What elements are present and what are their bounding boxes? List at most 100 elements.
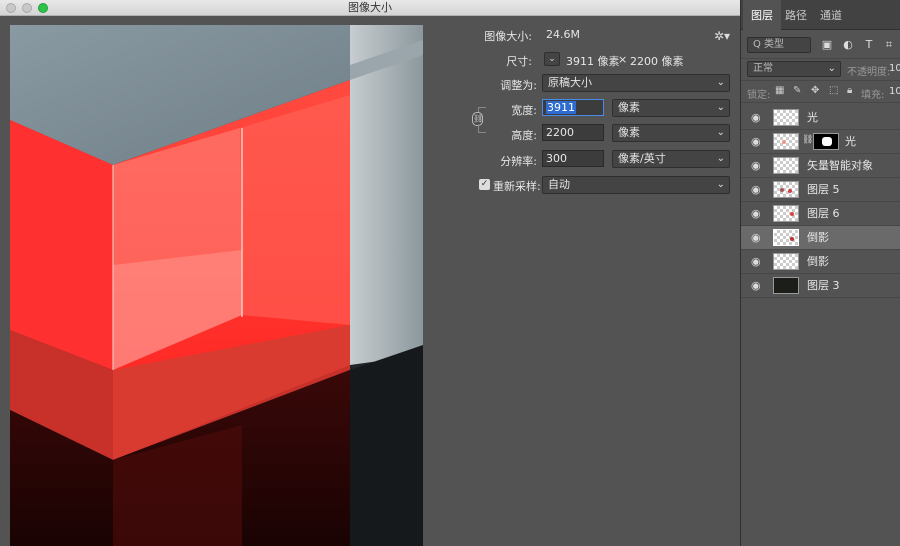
height-unit-select[interactable]: 像素 ⌄	[612, 124, 730, 142]
chevron-down-icon: ⌄	[716, 127, 725, 138]
resolution-unit-select[interactable]: 像素/英寸 ⌄	[612, 150, 730, 168]
chevron-down-icon: ⌄	[716, 77, 725, 88]
fit-to-value: 原稿大小	[548, 76, 592, 89]
layer-name[interactable]: 图层 6	[807, 202, 840, 226]
height-value: 2200	[546, 126, 574, 139]
lock-brush-icon[interactable]: ✎	[793, 85, 801, 96]
layer-thumbnail	[773, 277, 799, 294]
height-input[interactable]: 2200	[542, 124, 604, 141]
eye-icon[interactable]: ◉	[751, 184, 763, 196]
layer-name[interactable]: 矢量智能对象	[807, 154, 873, 178]
adjustment-filter-icon[interactable]: ◐	[842, 39, 854, 51]
lock-move-icon[interactable]: ✥	[811, 85, 819, 96]
preview-artwork	[10, 25, 423, 546]
resample-select[interactable]: 自动 ⌄	[542, 176, 730, 194]
gear-icon[interactable]: ✲▾	[714, 29, 730, 43]
layer-thumbnail	[773, 133, 799, 150]
layer-row[interactable]: ◉ 图层 5	[741, 178, 900, 202]
layer-thumbnail	[773, 157, 799, 174]
layer-row[interactable]: ◉ 矢量智能对象	[741, 154, 900, 178]
tab-paths[interactable]: 路径	[777, 0, 815, 30]
width-input[interactable]: 3911	[542, 99, 604, 116]
dimensions-times: ×	[618, 53, 628, 66]
layer-name[interactable]: 光	[807, 106, 818, 130]
layer-row[interactable]: ◉ 图层 6	[741, 202, 900, 226]
fill-value[interactable]: 10	[889, 86, 900, 97]
chain-link-icon[interactable]: ⛓	[802, 135, 813, 145]
eye-icon[interactable]: ◉	[751, 256, 763, 268]
chevron-down-icon: ⌄	[827, 63, 836, 74]
maximize-window-button[interactable]	[38, 3, 48, 13]
layer-name[interactable]: 倒影	[807, 250, 829, 274]
layer-thumbnail	[773, 253, 799, 270]
blend-mode-select[interactable]: 正常 ⌄	[747, 61, 841, 77]
layer-name[interactable]: 光	[845, 130, 856, 154]
lock-label: 锁定:	[747, 90, 771, 101]
image-filter-icon[interactable]: ▣	[821, 39, 833, 51]
filter-type-label: Q 类型	[753, 39, 785, 50]
resample-checkbox[interactable]: ✓	[479, 179, 490, 190]
layer-name[interactable]: 图层 3	[807, 274, 840, 298]
eye-icon[interactable]: ◉	[751, 208, 763, 220]
image-size-dialog: 图像大小 图像大小: 24.6M ✲▾ 尺寸: ⌄ 3911 像素 × 2200…	[0, 0, 740, 546]
panel-tabs: 图层 路径 通道	[741, 0, 900, 30]
chevron-down-icon[interactable]: ⌄	[544, 52, 560, 66]
width-value: 3911	[546, 101, 576, 114]
lock-artboard-icon[interactable]: ⬚	[829, 85, 838, 96]
fit-to-label: 调整为:	[500, 79, 537, 92]
eye-icon[interactable]: ◉	[751, 160, 763, 172]
chevron-down-icon: ⌄	[716, 153, 725, 164]
resolution-unit: 像素/英寸	[618, 152, 666, 165]
image-size-label: 图像大小:	[484, 30, 532, 43]
image-size-value: 24.6M	[546, 28, 580, 41]
resample-value: 自动	[548, 178, 570, 191]
eye-icon[interactable]: ◉	[751, 280, 763, 292]
layer-thumbnail	[773, 205, 799, 222]
tab-layers[interactable]: 图层	[743, 0, 781, 30]
eye-icon[interactable]: ◉	[751, 112, 763, 124]
height-unit: 像素	[618, 126, 640, 139]
tab-channels[interactable]: 通道	[812, 0, 850, 30]
chevron-down-icon: ⌄	[716, 102, 725, 113]
layers-panel: 图层 路径 通道 Q 类型 ▣ ◐ T ⌗ 正常 ⌄ 不透明度: 10 锁定: …	[740, 0, 900, 546]
eye-icon[interactable]: ◉	[751, 232, 763, 244]
layer-row[interactable]: ◉ 光	[741, 106, 900, 130]
resolution-label: 分辨率:	[500, 155, 537, 168]
dialog-titlebar: 图像大小	[0, 0, 740, 16]
layer-row[interactable]: ◉ 图层 3	[741, 274, 900, 298]
lock-all-icon[interactable]: 🔒︎	[847, 85, 852, 96]
close-window-button[interactable]	[6, 3, 16, 13]
width-unit: 像素	[618, 101, 640, 114]
resample-label: 重新采样:	[493, 180, 541, 193]
eye-icon[interactable]: ◉	[751, 136, 763, 148]
layer-row[interactable]: ◉ 倒影	[741, 250, 900, 274]
fill-label: 填充:	[861, 90, 885, 101]
layer-row[interactable]: ◉ ⛓ 光	[741, 130, 900, 154]
layer-name[interactable]: 图层 5	[807, 178, 840, 202]
resolution-input[interactable]: 300	[542, 150, 604, 167]
layer-thumbnail	[773, 181, 799, 198]
blend-row: 正常 ⌄ 不透明度: 10	[741, 59, 900, 81]
dimensions-label: 尺寸:	[506, 55, 532, 68]
lock-transparent-icon[interactable]: ▦	[775, 85, 784, 96]
shape-filter-icon[interactable]: ⌗	[883, 39, 895, 51]
dimensions-height: 2200 像素	[630, 55, 684, 68]
minimize-window-button[interactable]	[22, 3, 32, 13]
layer-thumbnail	[773, 229, 799, 246]
resolution-value: 300	[546, 152, 567, 165]
blend-mode-value: 正常	[753, 63, 773, 74]
chevron-down-icon: ⌄	[716, 179, 725, 190]
dialog-title: 图像大小	[348, 1, 392, 14]
fit-to-select[interactable]: 原稿大小 ⌄	[542, 74, 730, 92]
layer-thumbnail	[773, 109, 799, 126]
opacity-label: 不透明度:	[847, 67, 891, 78]
layer-row-selected[interactable]: ◉ 倒影	[741, 226, 900, 250]
lock-row: 锁定: ▦ ✎ ✥ ⬚ 🔒︎ 填充: 10	[741, 81, 900, 103]
type-filter-icon[interactable]: T	[863, 39, 875, 51]
layer-name[interactable]: 倒影	[807, 226, 829, 250]
opacity-value[interactable]: 10	[889, 63, 900, 74]
filter-type-select[interactable]: Q 类型	[747, 37, 811, 53]
width-unit-select[interactable]: 像素 ⌄	[612, 99, 730, 117]
image-preview[interactable]	[10, 25, 423, 546]
layer-mask-thumbnail[interactable]	[813, 133, 839, 150]
